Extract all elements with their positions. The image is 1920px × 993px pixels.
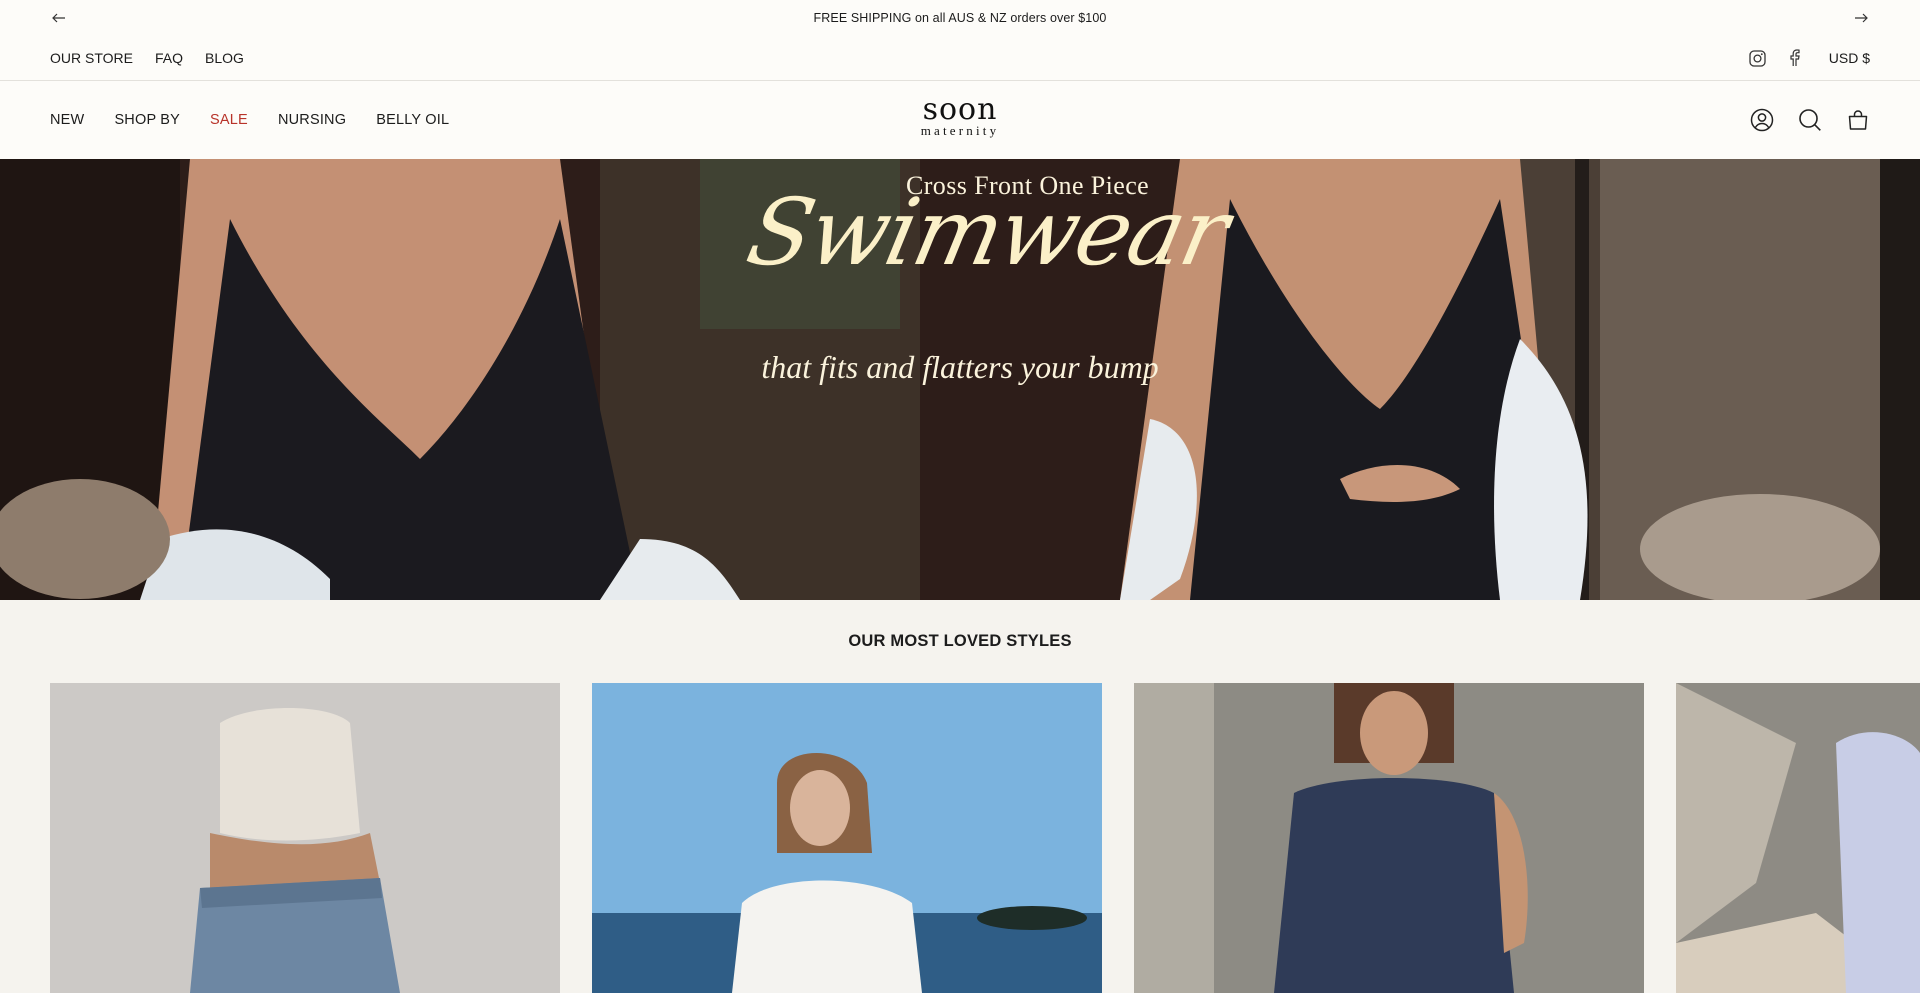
cart-icon[interactable] xyxy=(1846,108,1870,132)
product-image xyxy=(592,683,1102,993)
search-icon[interactable] xyxy=(1798,108,1822,132)
hero-banner[interactable]: Cross Front One Piece Swimwear that fits… xyxy=(0,159,1920,600)
announcement-text: FREE SHIPPING on all AUS & NZ orders ove… xyxy=(813,11,1107,25)
nav-item-belly-oil[interactable]: BELLY OIL xyxy=(376,112,449,128)
logo-wordmark: soon xyxy=(922,92,998,127)
product-image xyxy=(1134,683,1644,993)
hero-subtitle-bottom: that fits and flatters your bump xyxy=(761,349,1159,385)
nav-item-sale[interactable]: SALE xyxy=(210,112,248,128)
arrow-left-icon[interactable] xyxy=(50,9,68,27)
link-blog[interactable]: BLOG xyxy=(205,50,244,66)
utility-bar: OUR STORE FAQ BLOG USD $ xyxy=(0,36,1920,81)
main-header: NEW SHOP BY SALE NURSING BELLY OIL soon … xyxy=(0,81,1920,159)
link-our-store[interactable]: OUR STORE xyxy=(50,50,133,66)
account-icon[interactable] xyxy=(1750,108,1774,132)
utility-links: OUR STORE FAQ BLOG xyxy=(50,36,244,80)
logo[interactable]: soon maternity xyxy=(910,95,1010,145)
link-faq[interactable]: FAQ xyxy=(155,50,183,66)
product-image xyxy=(50,683,560,993)
product-image xyxy=(1676,683,1920,993)
facebook-icon[interactable] xyxy=(1785,49,1803,67)
product-card[interactable] xyxy=(1676,683,1920,993)
product-carousel xyxy=(50,683,1920,993)
hero-script-title: Swimwear xyxy=(738,179,1236,286)
section-title: OUR MOST LOVED STYLES xyxy=(848,632,1072,650)
product-card[interactable] xyxy=(1134,683,1644,993)
nav-item-nursing[interactable]: NURSING xyxy=(278,112,346,128)
instagram-icon[interactable] xyxy=(1749,49,1767,67)
product-card[interactable] xyxy=(50,683,560,993)
nav-item-new[interactable]: NEW xyxy=(50,112,84,128)
arrow-right-icon[interactable] xyxy=(1852,9,1870,27)
announcement-bar: FREE SHIPPING on all AUS & NZ orders ove… xyxy=(0,0,1920,36)
currency-selector[interactable]: USD $ xyxy=(1829,50,1870,66)
nav-item-shop-by[interactable]: SHOP BY xyxy=(114,112,180,128)
logo-subline: maternity xyxy=(920,123,1000,138)
utility-right: USD $ xyxy=(1749,36,1870,80)
main-nav: NEW SHOP BY SALE NURSING BELLY OIL xyxy=(50,81,449,159)
header-icons xyxy=(1750,81,1870,159)
product-card[interactable] xyxy=(592,683,1102,993)
